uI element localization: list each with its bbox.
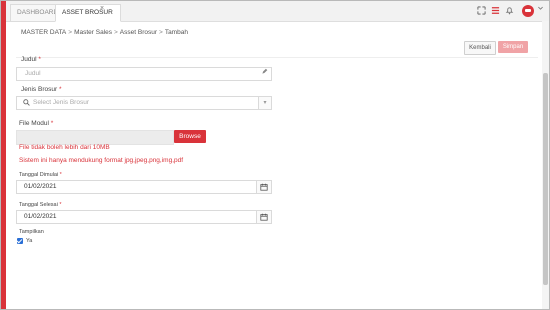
avatar[interactable] bbox=[522, 5, 534, 17]
breadcrumb-item[interactable]: Master Sales bbox=[74, 29, 112, 36]
breadcrumb-current: Tambah bbox=[164, 29, 188, 36]
scrollbar[interactable] bbox=[542, 21, 549, 309]
tab-asset-brosur[interactable]: ASSET BROSUR bbox=[55, 4, 121, 22]
list-icon[interactable] bbox=[490, 6, 500, 16]
chevron-down-icon[interactable] bbox=[537, 5, 544, 14]
tanggal-selesai-label: Tanggal Selesai * bbox=[19, 202, 62, 208]
jenis-brosur-label: Jenis Brosur * bbox=[21, 86, 62, 93]
calendar-icon bbox=[260, 183, 268, 191]
search-icon bbox=[23, 99, 30, 106]
pencil-icon bbox=[261, 68, 268, 80]
tab-dashboard[interactable]: DASHBOARD bbox=[10, 4, 60, 22]
calendar-button[interactable] bbox=[256, 181, 271, 193]
calendar-button[interactable] bbox=[256, 211, 271, 223]
file-size-error: File tidak boleh lebih dari 10MB bbox=[19, 144, 110, 151]
tanggal-selesai-input[interactable]: 01/02/2021 bbox=[16, 210, 272, 224]
breadcrumb-item[interactable]: MASTER DATA bbox=[21, 29, 66, 36]
breadcrumb: MASTER DATA > Master Sales > Asset Brosur > Ta… bbox=[21, 29, 188, 36]
tampilkan-checkbox[interactable] bbox=[17, 238, 23, 244]
tanggal-dimulai-label: Tanggal Dimulai * bbox=[19, 172, 62, 178]
scrollbar-thumb[interactable] bbox=[543, 73, 548, 285]
jenis-brosur-select[interactable]: Select Jenis Brosur ▾ bbox=[16, 96, 272, 110]
breadcrumb-item[interactable]: Asset Brosur bbox=[120, 29, 157, 36]
browse-button[interactable]: Browse bbox=[174, 130, 206, 143]
app-window: DASHBOARD ASSET BROSUR × MASTER DATA > Mas… bbox=[0, 0, 550, 310]
tab-bar: DASHBOARD ASSET BROSUR × bbox=[6, 1, 549, 22]
tampilkan-label: Tampilkan bbox=[19, 229, 44, 235]
left-accent-bar bbox=[1, 1, 6, 309]
bell-icon[interactable] bbox=[504, 6, 514, 16]
calendar-icon bbox=[260, 213, 268, 221]
tanggal-dimulai-input[interactable]: 01/02/2021 bbox=[16, 180, 272, 194]
kembali-button[interactable]: Kembali bbox=[464, 41, 496, 55]
simpan-button[interactable]: Simpan bbox=[498, 41, 528, 53]
tab-close-icon[interactable]: × bbox=[100, 5, 104, 12]
judul-input[interactable]: Judul bbox=[16, 67, 272, 81]
tampilkan-checkbox-label[interactable]: Ya bbox=[26, 238, 32, 244]
expand-icon[interactable] bbox=[476, 6, 486, 16]
chevron-down-icon[interactable]: ▾ bbox=[258, 97, 271, 109]
file-path-field[interactable] bbox=[16, 130, 174, 145]
breadcrumb-separator: > bbox=[159, 29, 163, 36]
divider bbox=[16, 57, 538, 58]
judul-label: Judul * bbox=[21, 56, 41, 63]
breadcrumb-separator: > bbox=[114, 29, 118, 36]
breadcrumb-separator: > bbox=[68, 29, 73, 36]
file-format-error: Sistem ini hanya mendukung format jpg,jp… bbox=[19, 157, 184, 164]
file-modul-label: File Modul * bbox=[19, 120, 54, 127]
